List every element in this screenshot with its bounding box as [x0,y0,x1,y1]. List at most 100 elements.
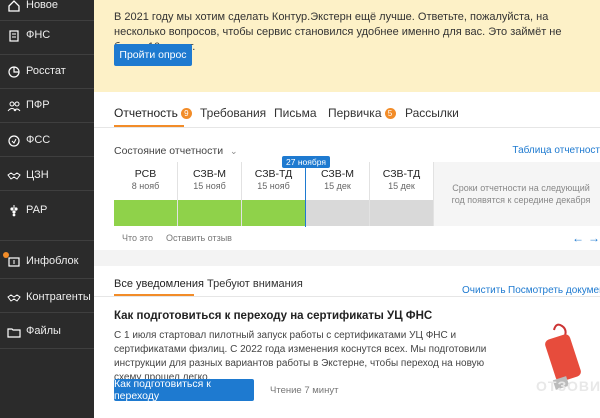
prepare-transition-button[interactable]: Как подготовиться к переходу [114,378,254,402]
divider [0,88,94,89]
notification-dot [3,252,9,258]
sidebar-item-fns[interactable]: ФНС [0,22,94,50]
what-is-this-link[interactable]: Что это [122,233,153,243]
sidebar-item-label: ЦЗН [26,169,49,181]
report-name: СЗВ-ТД [382,168,421,180]
divider [0,348,94,349]
sidebar-item-label: Контрагенты [26,291,91,303]
divider [0,156,94,157]
report-date: 15 дек [324,181,351,191]
future-period: Сроки отчетности на следующий год появят… [434,162,600,226]
report-date: 15 нояб [193,181,226,191]
sidebar-item-czn[interactable]: ЦЗН [0,162,94,190]
timeline-item[interactable]: СЗВ-М 15 нояб [178,162,242,226]
tab-label: Письма [274,106,317,120]
folder-icon [6,324,22,340]
sidebar-item-label: ПФР [26,99,50,111]
divider [0,54,94,55]
sidebar-item-label: ФСС [26,134,51,146]
timeline-item[interactable]: РСВ 8 нояб [114,162,178,226]
notification-body: С 1 июля стартовал пилотный запуск работ… [114,330,487,383]
chevron-down-icon: ⌄ [229,146,238,156]
report-name: СЗВ-М [192,168,227,180]
sidebar-item-label: ФНС [26,29,51,41]
tab-letters[interactable]: Письма [274,106,317,120]
people-icon [6,98,22,114]
today-marker [305,158,306,227]
status-bar-pending [370,200,433,226]
status-bar-pending [306,200,369,226]
status-bar-done [242,200,305,226]
divider [94,127,600,128]
leave-feedback-link[interactable]: Оставить отзыв [166,233,232,243]
sidebar-item-new[interactable]: Новое [0,0,94,20]
sidebar-item-infoblock[interactable]: Инфоблок [0,248,94,276]
sidebar-item-label: РАР [26,204,48,216]
tab-mailings[interactable]: Рассылки [405,106,459,120]
report-date: 15 нояб [257,181,290,191]
divider [0,122,94,123]
take-survey-button[interactable]: Пройти опрос [114,44,192,66]
count-badge: 9 [180,108,192,119]
sidebar-item-label: Росстат [26,65,66,77]
reporting-panel: Отчетность 9 Требования Письма Первичка 5 … [94,92,600,250]
notification-title: Как подготовиться к переходу на сертифик… [114,310,433,322]
reporting-table-link[interactable]: Таблица отчетност [512,145,600,156]
sidebar-item-label: Файлы [26,325,61,337]
future-note: Сроки отчетности на следующий год появят… [451,183,591,205]
tab-label: Первичка [328,106,382,120]
grapes-icon [6,203,22,219]
status-bar-done [114,200,177,226]
sidebar-item-files[interactable]: Файлы [0,318,94,346]
report-name: СЗВ-ТД [254,168,293,180]
tab-primary[interactable]: Первичка 5 [328,106,396,120]
sidebar-item-pfr[interactable]: ПФР [0,92,94,120]
report-name: РСВ [134,168,157,180]
divider [0,20,94,21]
tab-reporting[interactable]: Отчетность 9 [114,106,192,120]
today-label: 27 ноября [282,156,330,168]
status-bar-done [178,200,241,226]
divider [94,296,600,297]
shield-icon [6,133,22,149]
tab-needs-attention[interactable]: Требуют внимания [207,278,303,290]
handshake-icon [6,290,22,306]
report-name: СЗВ-М [320,168,355,180]
sidebar-item-label: Новое [26,0,59,11]
report-date: 8 нояб [131,181,160,191]
tab-all-notifications[interactable]: Все уведомления [114,278,204,290]
tab-requirements[interactable]: Требования [200,106,266,120]
tab-label: Рассылки [405,106,459,120]
divider [0,278,94,279]
sidebar-item-rosstat[interactable]: Росстат [0,58,94,86]
tab-label: Требования [200,106,267,120]
read-time: Чтение 7 минут [270,385,339,396]
count-badge: 5 [384,108,396,119]
timeline-item[interactable]: СЗВ-ТД 15 нояб [242,162,306,226]
clear-link[interactable]: Очистить [462,285,506,296]
timeline-item[interactable]: СЗВ-М 15 дек [306,162,370,226]
divider [0,312,94,313]
sidebar-item-fss[interactable]: ФСС [0,127,94,155]
notifications-panel: Все уведомления Требуют внимания Очистит… [94,266,600,418]
tab-label: Отчетность [114,106,178,120]
divider [0,240,94,241]
survey-banner: В 2021 году мы хотим сделать Контур.Экст… [94,0,600,92]
arrow-right-icon[interactable]: → [588,231,600,245]
dropdown-label: Состояние отчетности [114,145,224,157]
report-date: 15 дек [388,181,415,191]
watermark: ОТЗОВИК [536,378,600,394]
sidebar-item-rar[interactable]: РАР [0,197,94,225]
chart-icon [6,64,22,80]
reporting-status-dropdown[interactable]: Состояние отчетности ⌄ [114,145,238,157]
handshake-icon [6,168,22,184]
arrow-left-icon[interactable]: ← [572,231,584,245]
sidebar-item-label: Инфоблок [26,255,79,267]
view-document-link[interactable]: Посмотреть документ [508,285,600,296]
sidebar-item-contractors[interactable]: Контрагенты [0,284,94,312]
document-icon [6,28,22,44]
timeline-item[interactable]: СЗВ-ТД 15 дек [370,162,434,226]
divider [0,190,94,191]
reporting-timeline: РСВ 8 нояб СЗВ-М 15 нояб СЗВ-ТД 15 нояб … [114,162,600,226]
sidebar: Новое ФНС Росстат ПФР ФСС ЦЗН РАР Инфобл… [0,0,94,418]
